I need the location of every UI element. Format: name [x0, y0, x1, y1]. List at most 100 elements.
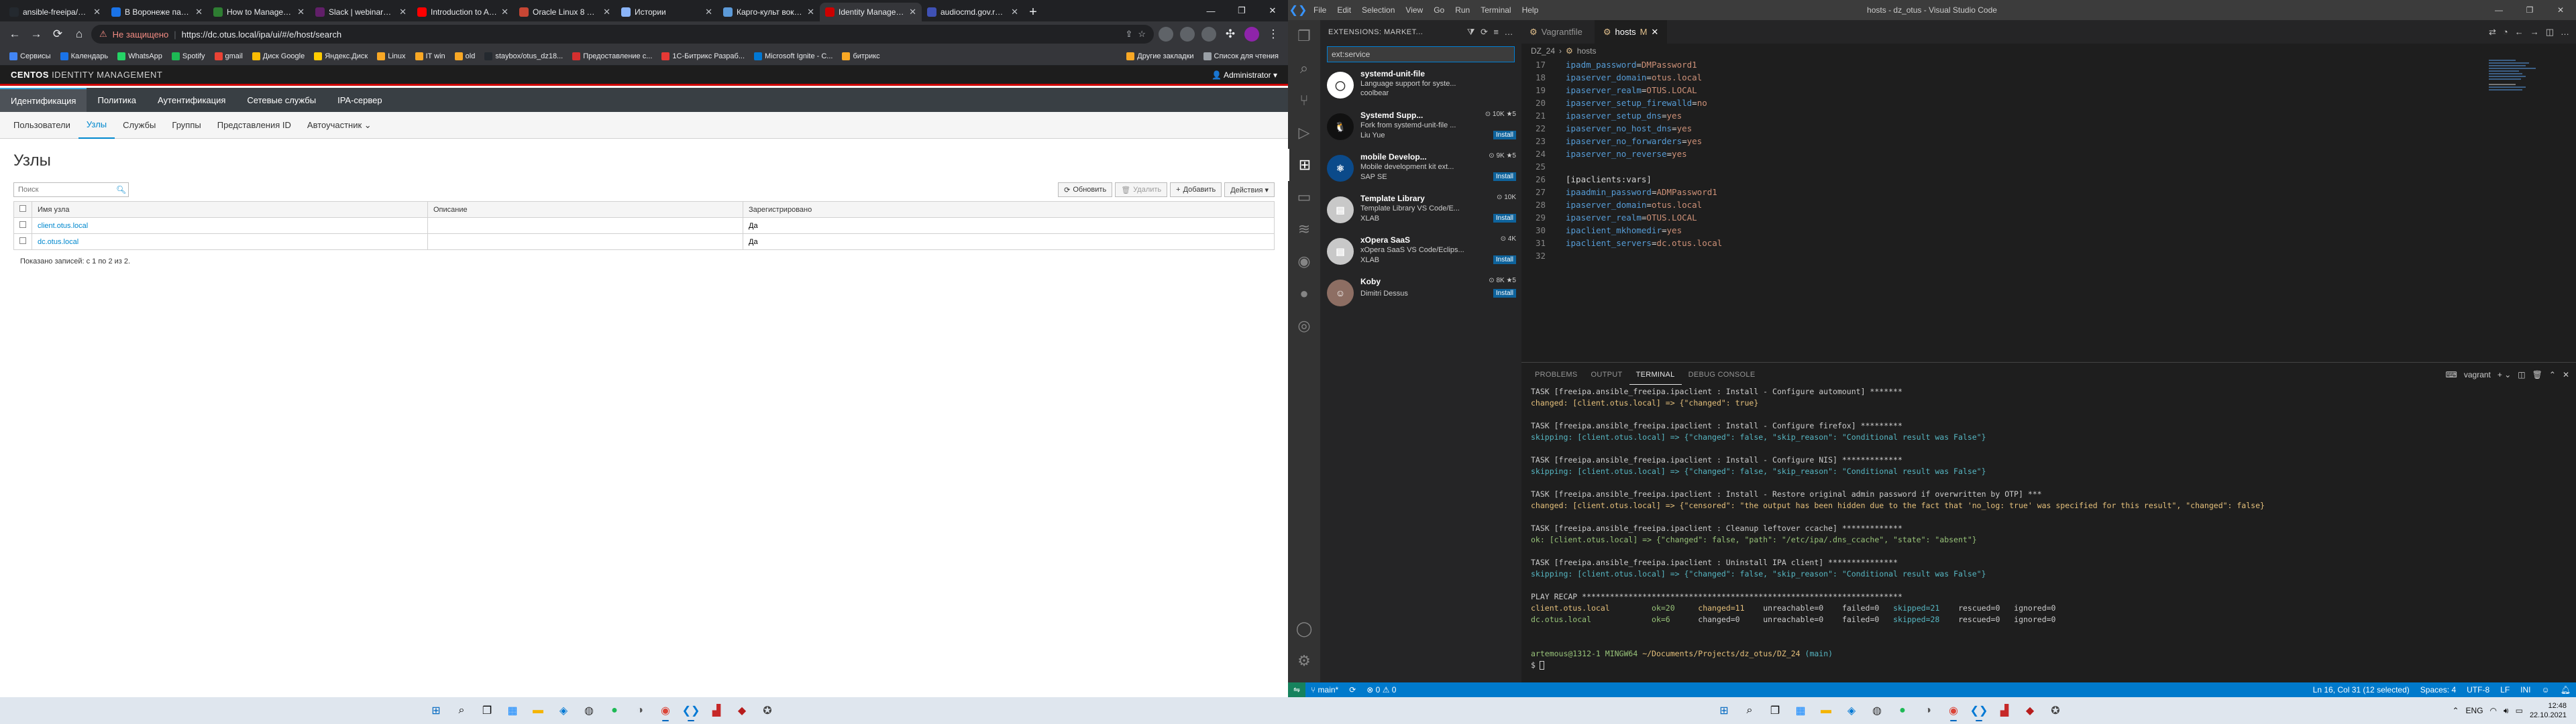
- close-tab-icon[interactable]: ✕: [399, 7, 407, 17]
- extensions-search-input[interactable]: ext:service: [1327, 46, 1515, 62]
- install-button[interactable]: Install: [1493, 172, 1516, 181]
- bookmark-star-icon[interactable]: ☆: [1138, 29, 1146, 40]
- bookmark-item[interactable]: Другие закладки: [1122, 52, 1197, 60]
- spotify-icon[interactable]: ●: [604, 700, 625, 721]
- close-tab-icon[interactable]: ✕: [705, 7, 712, 17]
- remote-icon[interactable]: ⇋: [1288, 682, 1305, 697]
- extension-item[interactable]: ▤ Template Library ⊙ 10K Template Library V…: [1320, 190, 1521, 231]
- minimize-icon[interactable]: —: [2483, 0, 2514, 20]
- install-button[interactable]: Install: [1493, 131, 1516, 139]
- search-icon[interactable]: ⌕: [1739, 700, 1760, 721]
- minimap[interactable]: [2489, 58, 2556, 125]
- new-tab-icon[interactable]: +: [1024, 3, 1042, 21]
- cursor-position[interactable]: Ln 16, Col 31 (12 selected): [2308, 685, 2415, 695]
- app-icon[interactable]: ✪: [2045, 700, 2066, 721]
- explorer-icon[interactable]: ❐: [1288, 20, 1320, 52]
- filter-icon[interactable]: ⧩: [1467, 27, 1475, 38]
- close-tab-icon[interactable]: ✕: [909, 7, 916, 17]
- close-tab-icon[interactable]: ✕: [195, 7, 203, 17]
- address-bar[interactable]: ⚠ Не защищено | https://dc.otus.local/ip…: [91, 25, 1154, 44]
- browser-tab[interactable]: Identity Managem... ✕: [820, 3, 922, 21]
- start-icon[interactable]: ⊞: [425, 700, 447, 721]
- home-icon[interactable]: ⌂: [70, 25, 89, 44]
- clear-icon[interactable]: ≡: [1493, 27, 1499, 38]
- browser-tab[interactable]: Slack | webinars-20... ✕: [310, 3, 412, 21]
- indentation[interactable]: Spaces: 4: [2415, 685, 2461, 695]
- browser-tab[interactable]: Карго-культ вокру... ✕: [718, 3, 820, 21]
- line-ending[interactable]: LF: [2495, 685, 2515, 695]
- close-tab-icon[interactable]: ✕: [297, 7, 305, 17]
- chrome-icon[interactable]: ◉: [655, 700, 676, 721]
- avatar[interactable]: [1244, 27, 1259, 42]
- chevron-up-icon[interactable]: ⌃: [2549, 370, 2556, 379]
- extension-item[interactable]: ◯ systemd-unit-file Language support for s…: [1320, 65, 1521, 107]
- bookmark-item[interactable]: Список для чтения: [1199, 52, 1283, 60]
- column-header[interactable]: Описание: [427, 201, 743, 218]
- task-view-icon[interactable]: ❐: [1764, 700, 1786, 721]
- github-icon[interactable]: ●: [1288, 278, 1320, 310]
- extension-item[interactable]: ☺ Koby ⊙ 8K ★5 Dimitri Dessus Install: [1320, 273, 1521, 314]
- editor-tab[interactable]: ⚙ hosts M ✕: [1595, 20, 1668, 44]
- feedback-icon[interactable]: ☺: [2536, 685, 2555, 695]
- add-button[interactable]: + Добавить: [1170, 182, 1222, 197]
- app-icon[interactable]: ◑: [629, 700, 651, 721]
- more-icon[interactable]: …: [1505, 27, 1514, 38]
- browser-tab[interactable]: Oracle Linux 8 Tra... ✕: [514, 3, 616, 21]
- bookmark-item[interactable]: Spotify: [168, 52, 209, 60]
- code-editor[interactable]: 17 ipadm_password=DMPassword1 18 ipaserver_…: [1521, 58, 2576, 361]
- main-nav-item[interactable]: Аутентификация: [147, 88, 236, 112]
- host-link[interactable]: client.otus.local: [38, 222, 88, 230]
- app-icon[interactable]: ◍: [1866, 700, 1888, 721]
- branch-indicator[interactable]: ⑂ main*: [1305, 685, 1344, 695]
- bookmark-item[interactable]: old: [451, 52, 480, 60]
- host-link[interactable]: dc.otus.local: [38, 238, 78, 246]
- back-icon[interactable]: ←: [5, 25, 24, 44]
- bookmark-item[interactable]: Календарь: [56, 52, 113, 60]
- browser-tab[interactable]: Introduction to Aut... ✕: [412, 3, 514, 21]
- app-icon[interactable]: ✪: [757, 700, 778, 721]
- bookmark-item[interactable]: Microsoft Ignite - C...: [750, 52, 837, 60]
- install-button[interactable]: Install: [1493, 289, 1516, 298]
- compare-icon[interactable]: ⇄: [2489, 27, 2496, 38]
- puzzle-icon[interactable]: ✣: [1221, 25, 1240, 44]
- column-header[interactable]: Зарегистрировано: [743, 201, 1275, 218]
- accounts-icon[interactable]: ◯: [1288, 613, 1320, 645]
- close-tab-icon[interactable]: ✕: [93, 7, 101, 17]
- menu-item[interactable]: Edit: [1332, 5, 1356, 15]
- delete-button[interactable]: 🗑︎ Удалить: [1115, 182, 1168, 197]
- close-tab-icon[interactable]: ✕: [1011, 7, 1018, 17]
- split-terminal-icon[interactable]: ◫: [2518, 370, 2525, 379]
- bookmark-item[interactable]: 1С-Битрикс Разраб...: [657, 52, 749, 60]
- bookmark-item[interactable]: IT win: [411, 52, 449, 60]
- folder-icon[interactable]: ▬: [527, 700, 549, 721]
- battery-icon[interactable]: ▭: [2516, 706, 2523, 715]
- spotify-icon[interactable]: ●: [1892, 700, 1913, 721]
- bookmark-item[interactable]: gmail: [211, 52, 247, 60]
- maximize-icon[interactable]: ❐: [1226, 0, 1257, 21]
- volume-icon[interactable]: 🔊︎: [2504, 706, 2509, 716]
- main-nav-item[interactable]: IPA-сервер: [327, 88, 393, 112]
- close-icon[interactable]: ✕: [1257, 0, 1288, 21]
- extensions-icon[interactable]: ⊞: [1288, 149, 1320, 181]
- browser-tab[interactable]: Истории ✕: [616, 3, 718, 21]
- bookmark-item[interactable]: Linux: [373, 52, 409, 60]
- sub-nav-item[interactable]: Узлы: [78, 112, 115, 139]
- app-icon[interactable]: ◆: [731, 700, 753, 721]
- close-tab-icon[interactable]: ✕: [603, 7, 610, 17]
- sub-nav-item[interactable]: Группы: [164, 112, 209, 139]
- terminal-output[interactable]: TASK [freeipa.ansible_freeipa.ipaclient …: [1521, 387, 2576, 672]
- task-view-icon[interactable]: ❐: [476, 700, 498, 721]
- extension-icon[interactable]: [1201, 27, 1216, 42]
- actions-dropdown[interactable]: Действия ▾: [1224, 182, 1275, 197]
- minimize-icon[interactable]: —: [1195, 0, 1226, 21]
- start-icon[interactable]: ⊞: [1713, 700, 1735, 721]
- problems-indicator[interactable]: ⊗ 0 ⚠ 0: [1361, 685, 1401, 695]
- close-tab-icon[interactable]: ✕: [501, 7, 508, 17]
- main-nav-item[interactable]: Идентификация: [0, 88, 87, 112]
- terminal-input-line[interactable]: $: [1531, 660, 2576, 672]
- history-icon[interactable]: ◔: [2503, 27, 2508, 37]
- go-back-icon[interactable]: ←: [2515, 27, 2524, 37]
- breadcrumb-item[interactable]: hosts: [1577, 46, 1597, 56]
- menu-item[interactable]: Help: [1517, 5, 1544, 15]
- row-checkbox[interactable]: [13, 233, 32, 250]
